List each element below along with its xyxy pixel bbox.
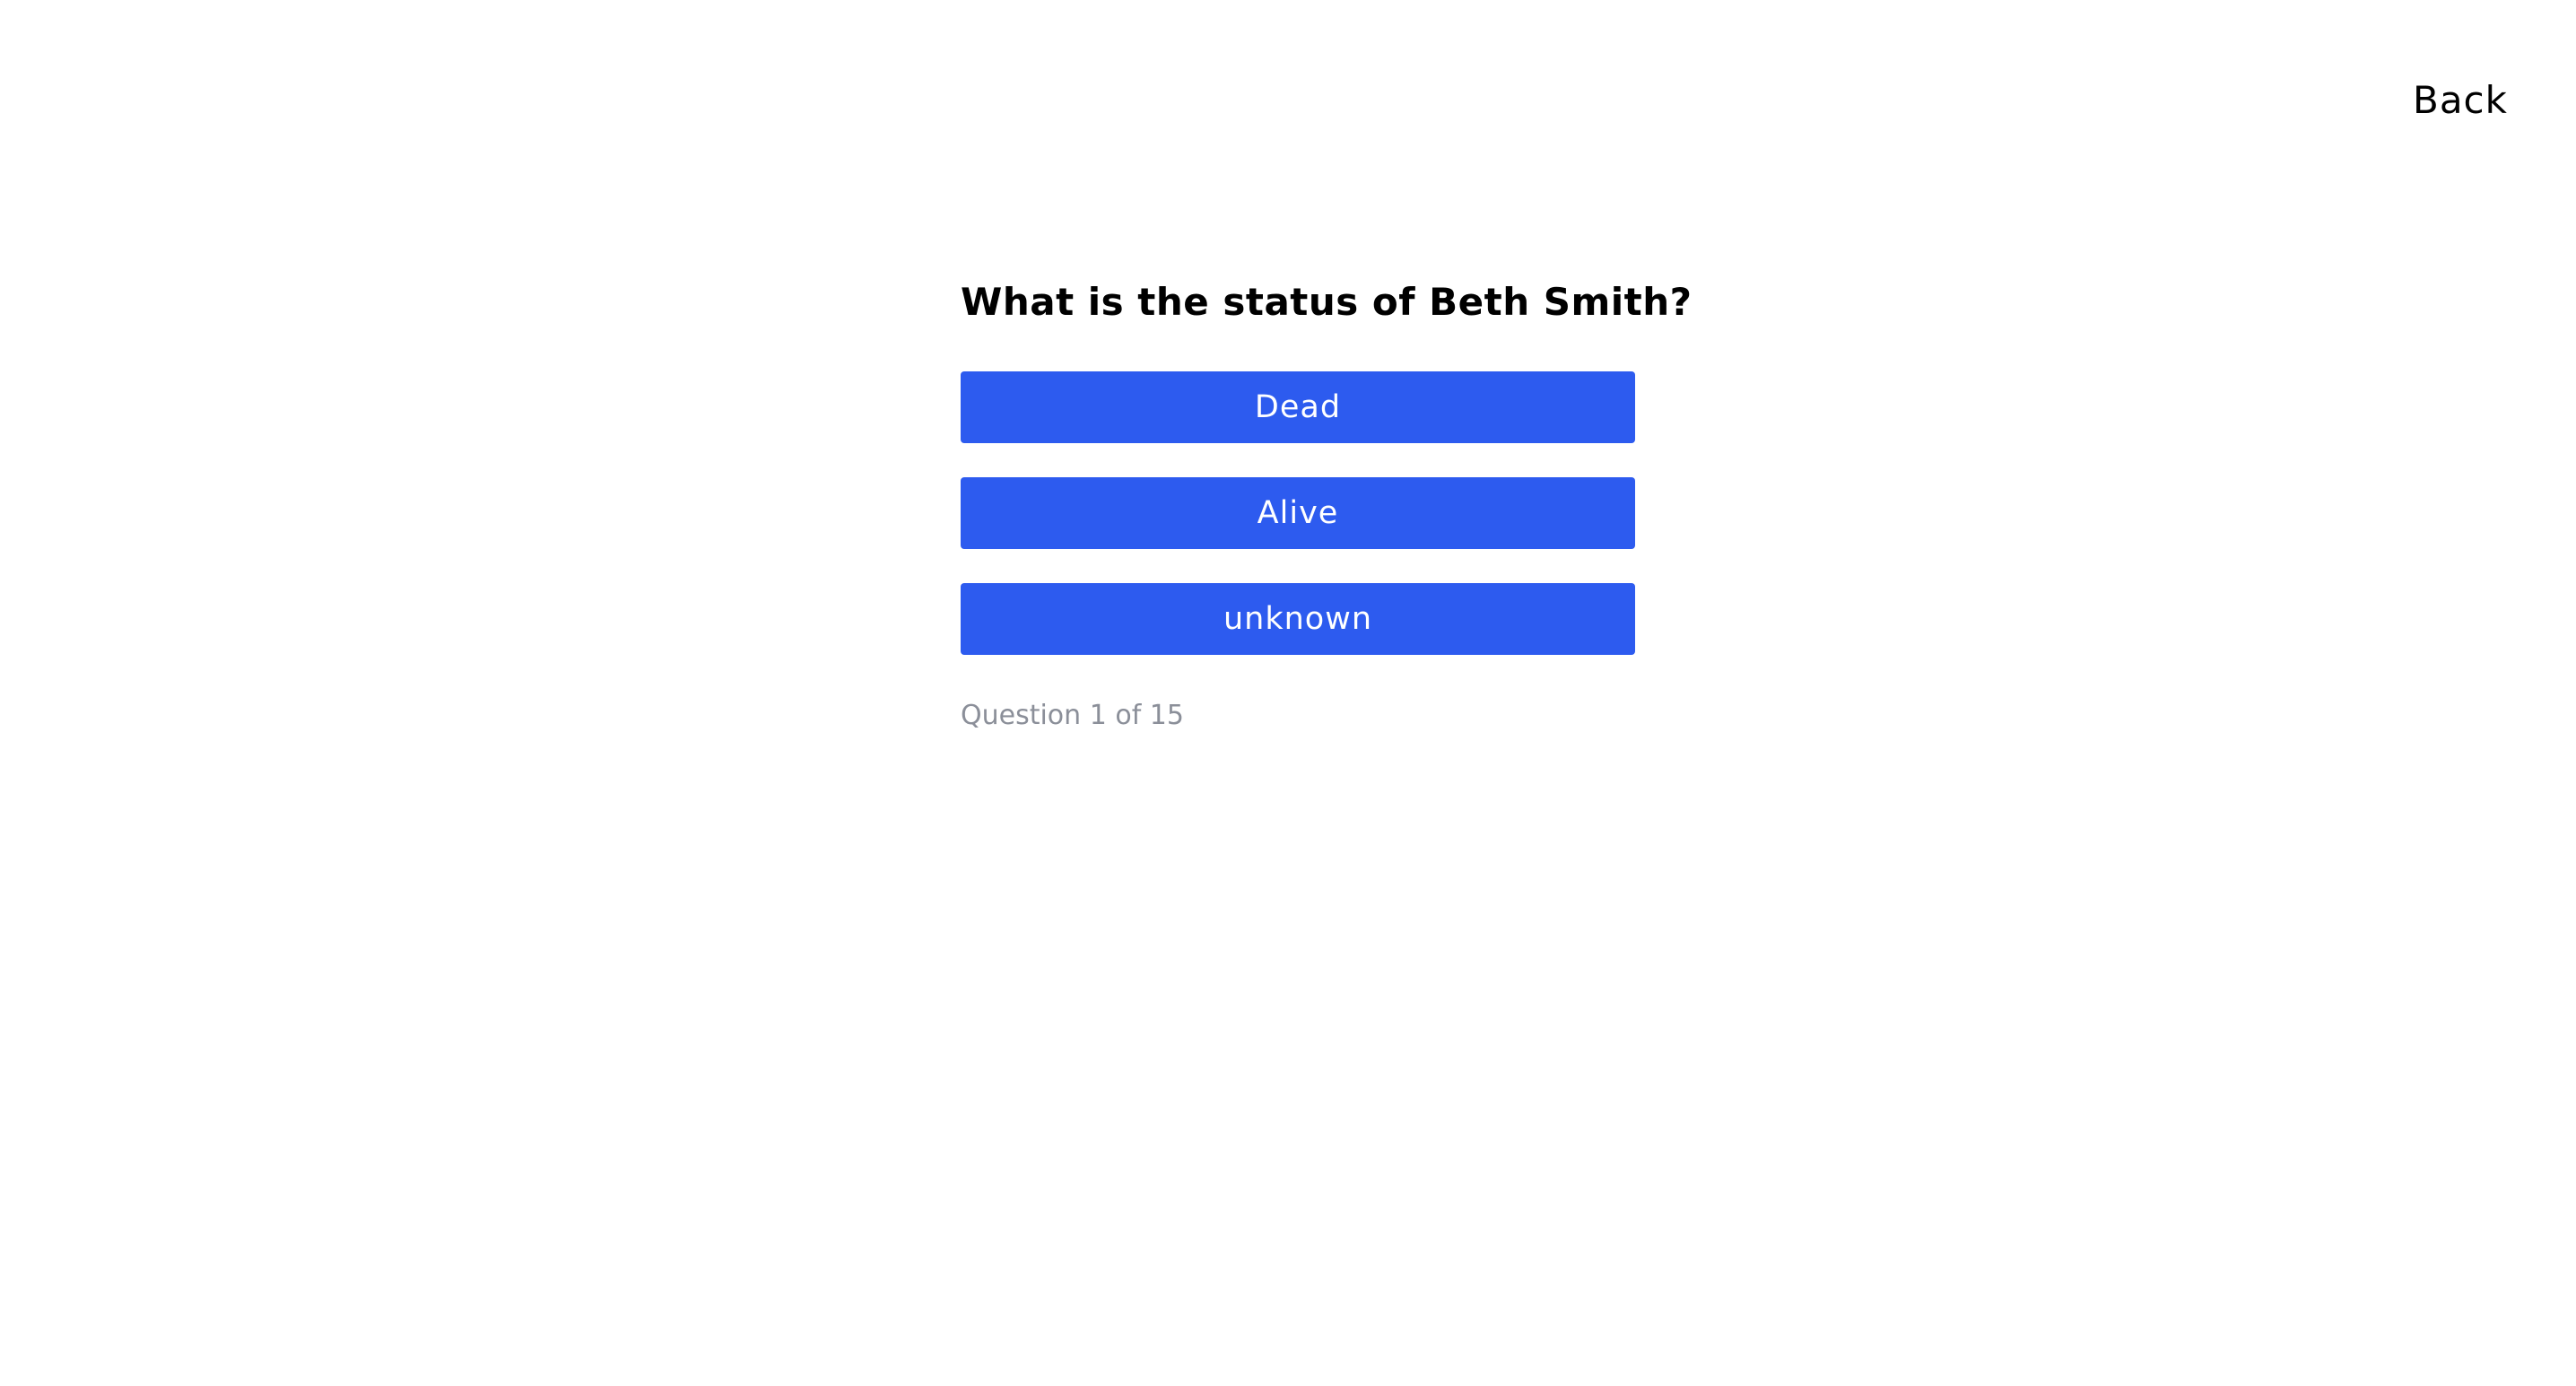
question-progress: Question 1 of 15 — [961, 700, 1184, 731]
back-link[interactable]: Back — [2413, 74, 2508, 127]
question-text: What is the status of Beth Smith? — [961, 280, 1693, 324]
answer-list: Dead Alive unknown — [961, 371, 1635, 689]
answer-button-unknown[interactable]: unknown — [961, 583, 1635, 655]
answer-button-dead[interactable]: Dead — [961, 371, 1635, 443]
quiz-card: What is the status of Beth Smith? Dead A… — [961, 267, 1693, 734]
quiz-page: Back What is the status of Beth Smith? D… — [0, 0, 2576, 1386]
answer-button-alive[interactable]: Alive — [961, 477, 1635, 549]
